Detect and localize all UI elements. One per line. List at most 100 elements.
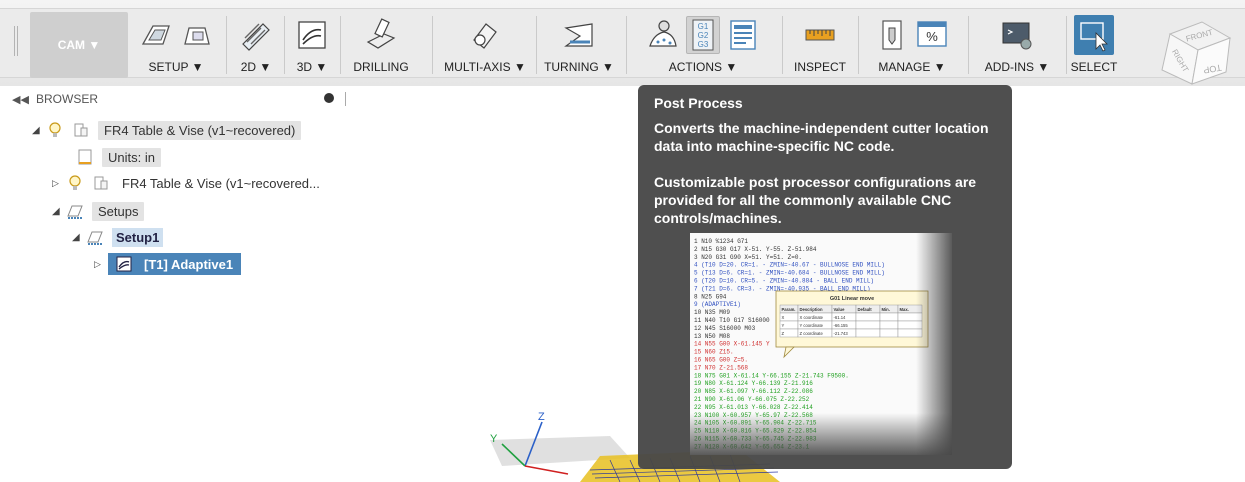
- lightbulb-icon[interactable]: [66, 174, 84, 192]
- new-setup-icon: [141, 25, 170, 45]
- browser-title: BROWSER: [36, 92, 99, 106]
- toolbar-grip[interactable]: [14, 26, 18, 56]
- z-axis-label: Z: [538, 411, 545, 423]
- nc-code-line: 11 N40 T10 G17 S16000: [694, 317, 770, 324]
- nc-code-line: 17 N70 Z-21.568: [694, 364, 748, 371]
- select-group[interactable]: SELECT: [1068, 12, 1120, 78]
- collapsed-triangle-icon[interactable]: ▷: [94, 259, 108, 270]
- drilling-label: DRILLING: [353, 60, 409, 74]
- g01-popup-title: G01 Linear move: [830, 296, 874, 302]
- g01-table-cell: -61.14: [834, 315, 847, 320]
- select-icon: [1080, 22, 1108, 52]
- nc-code-line: 1 N10 %1234 G71: [694, 238, 748, 245]
- resize-handle[interactable]: [345, 92, 346, 106]
- nc-code-line: 4 (T10 D=20. CR=1. - ZMIN=-40.67 - BULLN…: [694, 262, 885, 269]
- separator: [340, 16, 341, 74]
- g01-table-header: Value: [834, 307, 846, 312]
- add-ins-label: ADD-INS ▼: [984, 60, 1050, 74]
- nc-code-line: 22 N95 X-61.013 Y-66.028 Z-22.414: [694, 404, 813, 411]
- workspace-switcher[interactable]: CAM ▼: [30, 12, 128, 78]
- toolbar: CAM ▼ SETUP ▼ 2D ▼ 3D ▼ DRILLING MULTI-A…: [0, 0, 1245, 86]
- 3d-adaptive-icon: [298, 21, 326, 49]
- post-process-button[interactable]: G1 G2 G3: [686, 16, 720, 54]
- nc-code-preview: 1 N10 %1234 G71 2 N15 G30 G17 X-51. Y-55.…: [690, 233, 952, 455]
- g01-table-cell: X coordinate: [800, 315, 824, 320]
- expand-triangle-icon[interactable]: ◢: [52, 206, 66, 217]
- inspect-group[interactable]: INSPECT: [786, 12, 854, 78]
- 2d-group[interactable]: 2D ▼: [230, 12, 282, 78]
- adaptive-operation-icon: [116, 256, 132, 272]
- separator: [432, 16, 433, 74]
- tree-node-document[interactable]: ◢ FR4 Table & Vise (v1~recovered): [32, 119, 302, 141]
- separator: [1066, 16, 1067, 74]
- nc-code-line: 18 N75 G01 X-61.14 Y-66.155 Z-21.743 F95…: [694, 372, 849, 379]
- tooltip-description: Converts the machine-independent cutter …: [654, 120, 989, 154]
- 3d-group[interactable]: 3D ▼: [286, 12, 338, 78]
- nc-code-line: 9 (ADAPTIVE1): [694, 301, 741, 308]
- g01-table-cell: X: [782, 315, 785, 320]
- 2d-adaptive-icon: [242, 23, 270, 51]
- g01-table-cell: Z: [782, 331, 785, 336]
- simulate-icon: [649, 20, 677, 47]
- pin-icon[interactable]: [324, 93, 334, 103]
- nc-code-line: 20 N85 X-61.097 Y-66.112 Z-22.086: [694, 388, 813, 395]
- setup-icon: [87, 231, 103, 245]
- collapse-browser-icon[interactable]: ◀◀: [12, 93, 29, 106]
- lightbulb-icon[interactable]: [46, 121, 64, 139]
- g01-table-header: Default: [858, 307, 873, 312]
- workspace-label: CAM ▼: [57, 38, 101, 52]
- select-button[interactable]: [1074, 15, 1114, 55]
- setup-group[interactable]: SETUP ▼: [134, 12, 218, 78]
- post-library-icon: %: [915, 18, 949, 52]
- collapsed-triangle-icon[interactable]: ▷: [52, 178, 66, 189]
- actions-group[interactable]: G1 G2 G3 ACTIONS ▼: [630, 12, 776, 78]
- nc-code-listing: 1 N10 %1234 G712 N15 G30 G17 X-51. Y-55.…: [690, 233, 952, 455]
- component-icon: [74, 123, 88, 137]
- turning-icon: [564, 23, 593, 47]
- tree-node-label: FR4 Table & Vise (v1~recovered): [98, 120, 302, 140]
- g01-param-popup: G01 Linear move Param. Description Value Def…: [775, 290, 929, 359]
- g01-table-header: Min.: [882, 307, 890, 312]
- nc-code-line: 12 N45 S16000 M03: [694, 325, 756, 332]
- add-ins-group[interactable]: ADD-INS ▼: [972, 12, 1062, 78]
- tree-node-label: Setups: [92, 201, 145, 221]
- inspect-label: INSPECT: [793, 60, 846, 74]
- 3d-label: 3D ▼: [296, 60, 328, 74]
- viewcube[interactable]: FRONT RIGHT TOP: [1140, 14, 1240, 104]
- multi-axis-label: MULTI-AXIS ▼: [444, 60, 526, 74]
- manage-group[interactable]: % MANAGE ▼: [862, 12, 962, 78]
- tree-node-label: FR4 Table & Vise (v1~recovered...: [122, 175, 320, 191]
- separator: [284, 16, 285, 74]
- separator: [226, 16, 227, 74]
- drilling-group[interactable]: DRILLING: [342, 12, 420, 78]
- y-axis-label: Y: [490, 433, 498, 445]
- tree-node-label: Units: in: [102, 147, 161, 167]
- setup-sheet-icon: [730, 20, 756, 50]
- tree-node-model[interactable]: ▷ FR4 Table & Vise (v1~recovered...: [52, 172, 324, 194]
- tree-node-setup1[interactable]: ◢ Setup1: [72, 226, 164, 248]
- selected-operation[interactable]: [T1] Adaptive1: [108, 253, 242, 275]
- turning-label: TURNING ▼: [544, 60, 614, 74]
- nc-code-line: 16 N65 G00 Z=5.: [694, 357, 748, 364]
- g01-table-cell: -21.743: [834, 331, 849, 336]
- g01-table-header: Max.: [900, 307, 909, 312]
- tool-library-icon: [882, 20, 902, 50]
- turning-group[interactable]: TURNING ▼: [538, 12, 620, 78]
- select-label: SELECT: [1070, 60, 1118, 74]
- expand-triangle-icon[interactable]: ◢: [32, 125, 46, 136]
- multi-axis-group[interactable]: MULTI-AXIS ▼: [436, 12, 534, 78]
- 2d-label: 2D ▼: [240, 60, 272, 74]
- expand-triangle-icon[interactable]: ◢: [72, 232, 86, 243]
- tree-node-adaptive1[interactable]: ▷ [T1] Adaptive1: [94, 253, 242, 275]
- separator: [782, 16, 783, 74]
- separator: [858, 16, 859, 74]
- nc-code-line: 10 N35 M09: [694, 309, 730, 316]
- drill-icon: [366, 18, 396, 49]
- measure-icon: [805, 29, 835, 41]
- g01-table-cell: -66.155: [834, 323, 849, 328]
- separator: [626, 16, 627, 74]
- tree-node-setups[interactable]: ◢ Setups: [52, 200, 145, 222]
- tree-node-label: [T1] Adaptive1: [144, 256, 234, 272]
- tree-node-units[interactable]: Units: in: [76, 146, 161, 168]
- setup-label: SETUP ▼: [148, 60, 204, 74]
